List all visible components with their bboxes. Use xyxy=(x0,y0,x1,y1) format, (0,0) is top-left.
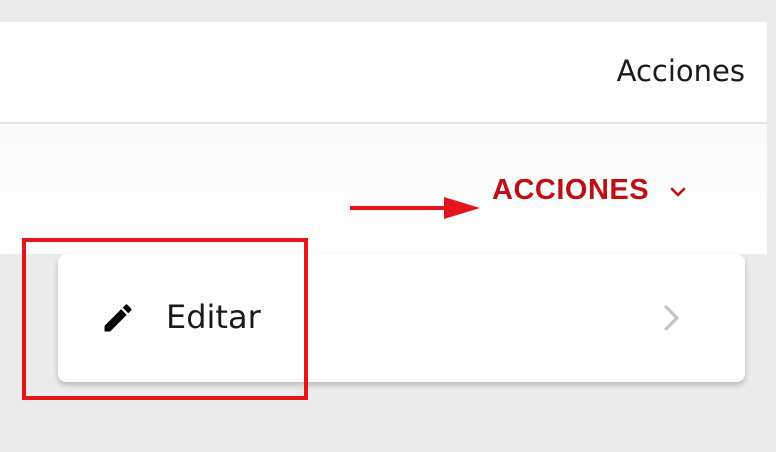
acciones-button-label: ACCIONES xyxy=(492,174,650,206)
menu-item-label: Editar xyxy=(166,298,261,336)
acciones-dropdown-button[interactable]: ACCIONES xyxy=(492,174,687,207)
table-header-row: Acciones xyxy=(0,22,767,124)
actions-dropdown-menu: Editar xyxy=(58,254,745,382)
chevron-down-icon xyxy=(669,183,687,202)
column-header-acciones: Acciones xyxy=(616,54,745,88)
page: Acciones ACCIONES Editar xyxy=(0,0,776,452)
annotation-arrow xyxy=(350,197,480,219)
menu-item-editar[interactable]: Editar xyxy=(58,254,745,382)
table-row: ACCIONES xyxy=(0,124,767,254)
chevron-right-icon xyxy=(660,303,682,337)
pencil-icon xyxy=(100,300,136,340)
